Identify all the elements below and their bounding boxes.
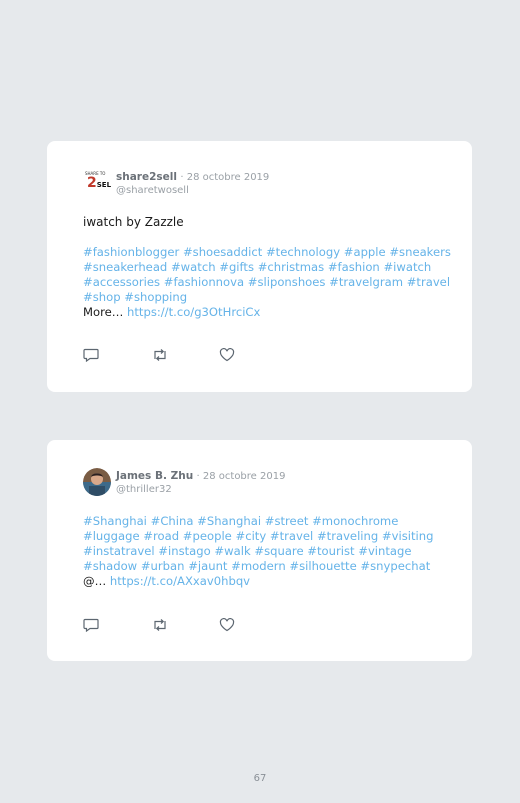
hashtag-link[interactable]: #square [254,544,303,558]
hashtag-link[interactable]: #street [265,514,309,528]
hashtag-link[interactable]: #walk [214,544,250,558]
tweet-card: SHARE TO 2SELL share2sell · 28 octobre 2… [47,141,472,392]
profile-photo [83,468,111,496]
hashtag-link[interactable]: #traveling [317,529,378,543]
hashtag-link[interactable]: #monochrome [312,514,398,528]
hashtag-link[interactable]: #urban [141,559,185,573]
hashtag-link[interactable]: #sneakers [389,245,451,259]
tweet-body: #Shanghai #China #Shanghai #street #mono… [83,514,453,589]
hashtag-link[interactable]: #accessories [83,275,160,289]
share2sell-logo: SHARE TO 2SELL [85,171,111,191]
hashtag-link[interactable]: #travel [407,275,450,289]
reply-icon [83,348,99,362]
hashtag-link[interactable]: #jaunt [188,559,227,573]
hashtag-link[interactable]: #tourist [307,544,354,558]
hashtag-link[interactable]: #Shanghai [197,514,261,528]
hashtag-link[interactable]: #fashion [328,260,380,274]
hashtag-link[interactable]: #people [183,529,232,543]
tweet-actions [83,347,287,363]
page-number: 67 [253,773,267,784]
author-handle[interactable]: @sharetwosell [116,184,269,197]
author-name[interactable]: share2sell [116,171,177,183]
hashtag-link[interactable]: #fashionnova [164,275,244,289]
hashtag-link[interactable]: #shoesaddict [183,245,262,259]
hashtag-link[interactable]: #gifts [219,260,254,274]
more-label: More… [83,305,124,319]
more-label: @… [83,574,107,588]
author-handle[interactable]: @thriller32 [116,483,285,496]
hashtag-link[interactable]: #iwatch [383,260,431,274]
hashtag-link[interactable]: #watch [171,260,216,274]
tweet-title: iwatch by Zazzle [83,215,184,229]
hashtag-link[interactable]: #shadow [83,559,137,573]
like-button[interactable] [219,347,287,363]
retweet-icon [154,349,166,361]
retweet-button[interactable] [151,617,219,633]
avatar[interactable]: SHARE TO 2SELL [83,169,111,197]
hashtag-link[interactable]: #apple [344,245,386,259]
hashtag-link[interactable]: #snypechat [360,559,430,573]
hashtag-link[interactable]: #road [143,529,179,543]
hashtag-link[interactable]: #city [235,529,266,543]
tweet-link[interactable]: https://t.co/AXxav0hbqv [110,574,250,588]
hashtag-link[interactable]: #travel [270,529,313,543]
tweet-author: James B. Zhu · 28 octobre 2019 @thriller… [116,470,285,496]
hashtag-link[interactable]: #instatravel [83,544,155,558]
tweet-card: James B. Zhu · 28 octobre 2019 @thriller… [47,440,472,661]
tweet-author: share2sell · 28 octobre 2019 @sharetwose… [116,171,269,197]
hashtag-link[interactable]: #christmas [258,260,324,274]
hashtag-link[interactable]: #luggage [83,529,140,543]
hashtag-link[interactable]: #visiting [382,529,434,543]
tweet-link[interactable]: https://t.co/g3OtHrciCx [127,305,260,319]
like-button[interactable] [219,617,287,633]
like-icon [219,348,235,362]
hashtag-link[interactable]: #shop [83,290,121,304]
hashtag-link[interactable]: #fashionblogger [83,245,179,259]
author-name[interactable]: James B. Zhu [116,470,193,482]
reply-icon [83,618,99,632]
hashtag-link[interactable]: #shopping [124,290,187,304]
like-icon [219,618,235,632]
hashtag-link[interactable]: #sneakerhead [83,260,167,274]
hashtag-link[interactable]: #instago [158,544,210,558]
retweet-button[interactable] [151,347,219,363]
hashtag-link[interactable]: #silhouette [289,559,356,573]
tweet-date: · 28 octobre 2019 [180,172,270,183]
tweet-actions [83,617,287,633]
hashtag-link[interactable]: #sliponshoes [248,275,326,289]
reply-button[interactable] [83,347,151,363]
hashtag-link[interactable]: #vintage [358,544,411,558]
avatar[interactable] [83,468,111,496]
tweet-date: · 28 octobre 2019 [196,471,286,482]
hashtag-link[interactable]: #modern [231,559,286,573]
tweet-body: #fashionblogger #shoesaddict #technology… [83,245,453,320]
hashtag-link[interactable]: #China [151,514,194,528]
hashtag-link[interactable]: #Shanghai [83,514,147,528]
hashtag-link[interactable]: #technology [266,245,340,259]
hashtag-link[interactable]: #travelgram [329,275,403,289]
reply-button[interactable] [83,617,151,633]
retweet-icon [154,619,166,631]
